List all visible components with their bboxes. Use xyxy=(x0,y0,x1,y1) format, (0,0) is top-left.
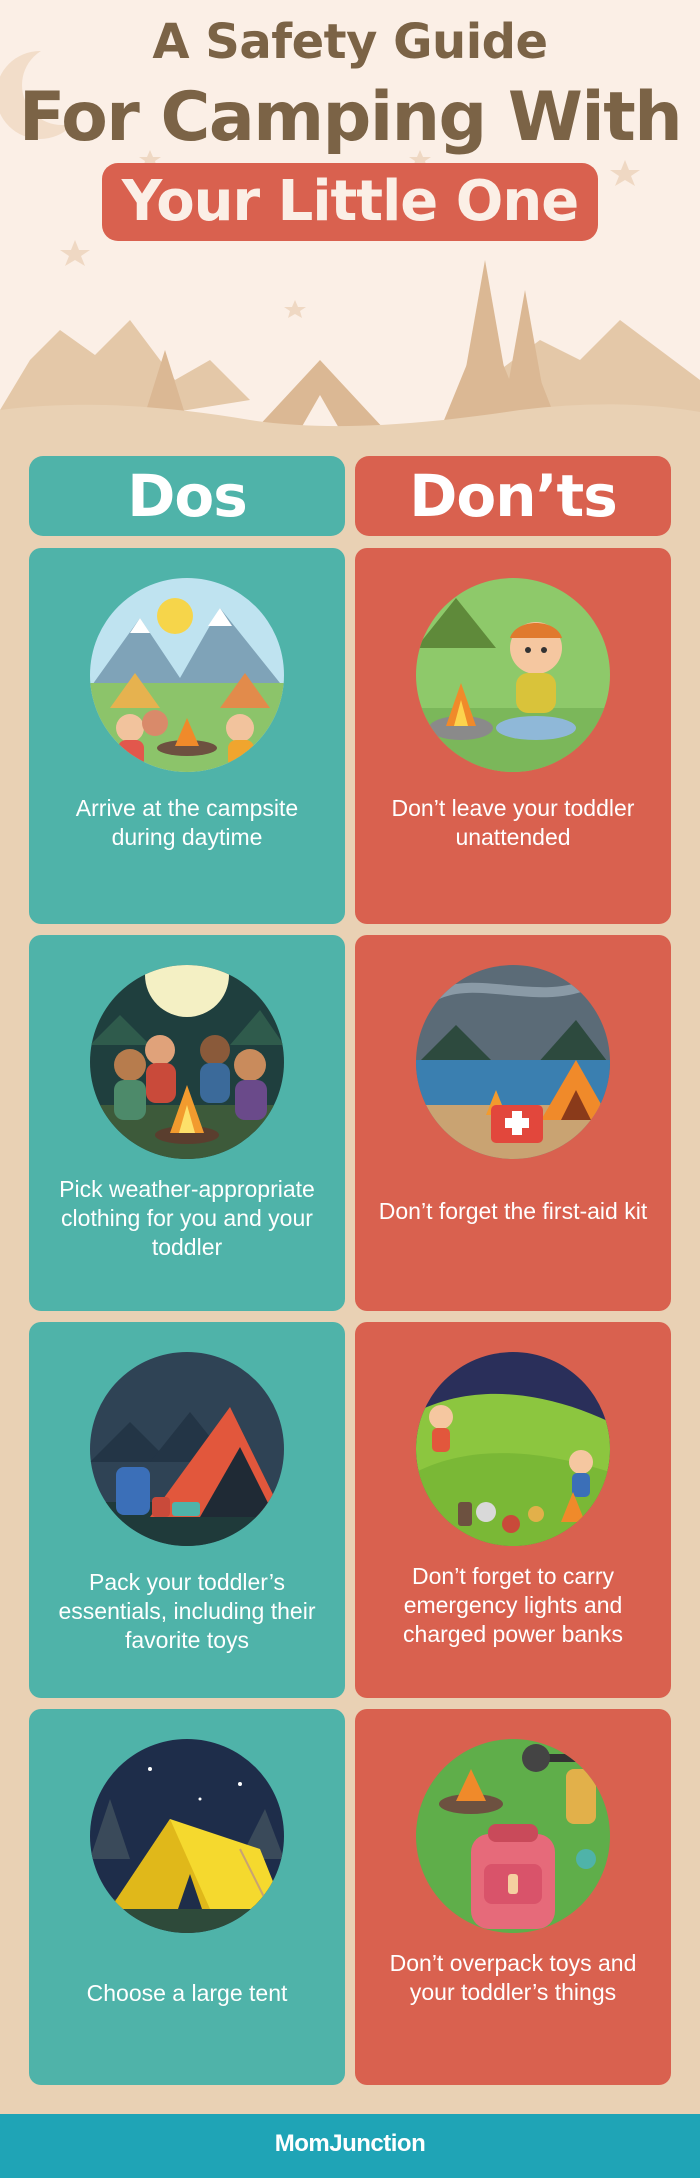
toddler-fire-icon xyxy=(416,578,610,772)
dos-text-2: Pick weather-appropriate clothing for yo… xyxy=(59,1176,315,1260)
momjunction-logo: MomJunction xyxy=(274,2130,426,2157)
header-banner: A Safety Guide For Camping With Your Lit… xyxy=(0,0,700,440)
dos-text-3: Pack your toddler’s essentials, includin… xyxy=(58,1569,316,1653)
first-aid-kit-icon xyxy=(416,965,610,1159)
donts-text-1: Don’t leave your toddler unattended xyxy=(391,795,635,850)
footer-bar: MomJunction xyxy=(0,2114,700,2178)
donts-column-header: Don’ts xyxy=(355,456,671,536)
camping-gear-icon xyxy=(416,1352,610,1546)
donts-card-1: Don’t leave your toddler unattended xyxy=(355,548,671,924)
title-line-1: A Safety Guide xyxy=(152,14,548,70)
donts-text-4: Don’t overpack toys and your toddler’s t… xyxy=(389,1950,637,2005)
donts-card-4: Don’t overpack toys and your toddler’s t… xyxy=(355,1709,671,2085)
dos-card-4: Choose a large tent xyxy=(29,1709,345,2085)
dos-card-2: Pick weather-appropriate clothing for yo… xyxy=(29,935,345,1311)
yellow-tent-icon xyxy=(90,1739,284,1933)
title-line-3: Your Little One xyxy=(102,163,598,241)
dos-text-4: Choose a large tent xyxy=(86,1980,288,2006)
night-campfire-icon xyxy=(90,965,284,1159)
donts-text-2: Don’t forget the first-aid kit xyxy=(378,1198,648,1224)
family-campsite-icon xyxy=(90,578,284,772)
dos-text-1: Arrive at the campsite during daytime xyxy=(75,795,299,850)
donts-text-3: Don’t forget to carry emergency lights a… xyxy=(403,1563,623,1647)
tent-backpack-icon xyxy=(90,1352,284,1546)
dos-card-1: Arrive at the campsite during daytime xyxy=(29,548,345,924)
backpack-icon xyxy=(416,1739,610,1933)
title-line-2: For Camping With xyxy=(18,78,683,157)
dos-column-header: Dos xyxy=(29,456,345,536)
donts-card-3: Don’t forget to carry emergency lights a… xyxy=(355,1322,671,1698)
donts-card-2: Don’t forget the first-aid kit xyxy=(355,935,671,1311)
dos-card-3: Pack your toddler’s essentials, includin… xyxy=(29,1322,345,1698)
